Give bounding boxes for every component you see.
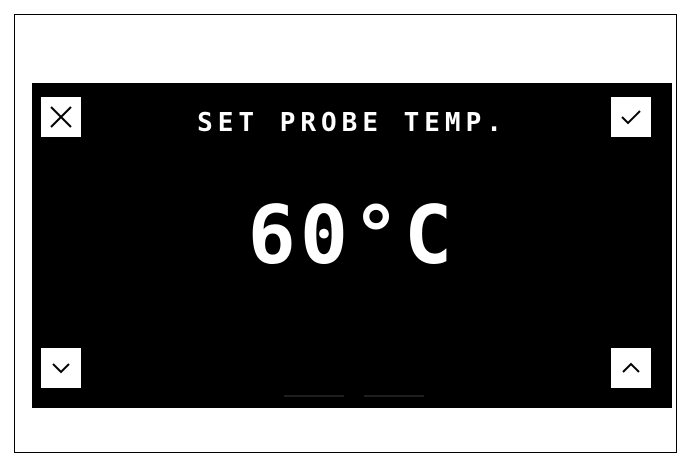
screen-title: SET PROBE TEMP. [197,108,507,138]
check-icon [621,110,641,125]
page-indicators [32,395,672,399]
chevron-up-icon [622,362,640,373]
cancel-button[interactable] [40,96,82,138]
page-indicator [364,395,424,397]
display-screen: SET PROBE TEMP. 60°C [32,83,672,408]
page-indicator [284,395,344,397]
close-icon [50,106,72,128]
decrease-button[interactable] [40,347,82,389]
temperature-value: 60°C [247,189,457,282]
chevron-down-icon [52,363,70,374]
confirm-button[interactable] [610,96,652,138]
increase-button[interactable] [610,347,652,389]
